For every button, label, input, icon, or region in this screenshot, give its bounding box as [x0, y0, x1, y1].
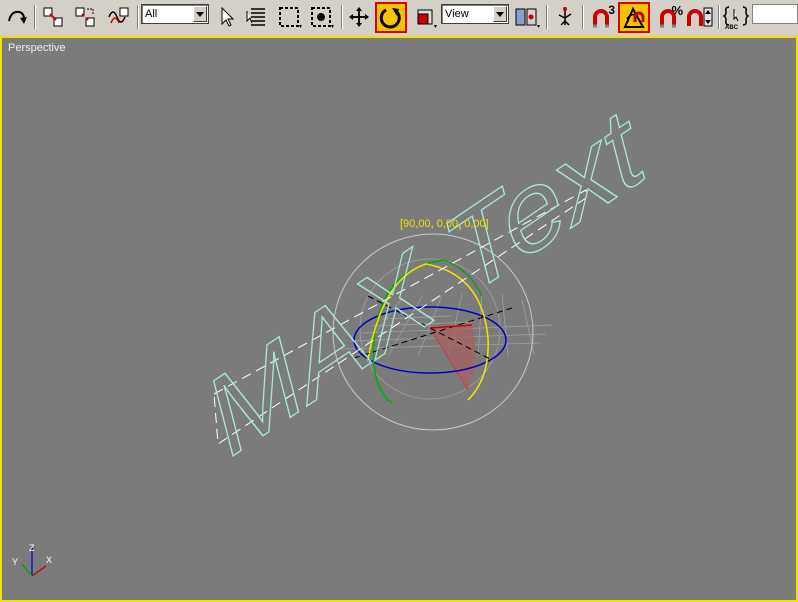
selection-filter-value: All: [145, 8, 158, 20]
select-and-rotate-button[interactable]: [375, 2, 407, 33]
window-crossing-icon: [311, 7, 334, 28]
scene-canvas[interactable]: MAX Text: [2, 38, 796, 600]
named-selection-set-input[interactable]: [752, 4, 798, 24]
manipulate-icon: [558, 7, 572, 26]
selection-filter-dropdown[interactable]: All: [141, 4, 209, 24]
select-object-button[interactable]: [216, 3, 238, 31]
rectangular-selection-button[interactable]: [276, 3, 304, 31]
curved-arrow-icon: [8, 10, 27, 24]
toolbar-separator: [137, 5, 139, 29]
pivot-icon: [515, 8, 540, 28]
dashed-rect-icon: [279, 7, 302, 28]
use-pivot-point-center-button[interactable]: [512, 3, 542, 31]
select-and-scale-button[interactable]: [411, 3, 441, 31]
reference-coordinate-value: View: [445, 8, 469, 20]
spline-text-shape: MAX Text: [187, 84, 664, 478]
angle-snap-icon: [623, 6, 645, 28]
bind-to-space-warp-button[interactable]: [104, 3, 132, 31]
link-icon: [43, 7, 63, 27]
scale-icon: [417, 9, 437, 28]
move-icon: [349, 7, 369, 27]
select-and-move-button[interactable]: [346, 3, 372, 31]
snaps-toggle-button[interactable]: 3: [586, 3, 616, 31]
angle-snap-toggle-button[interactable]: [618, 2, 650, 33]
chevron-down-icon[interactable]: [493, 6, 507, 22]
magnet-3-icon: [593, 9, 609, 28]
undo-button[interactable]: [4, 3, 30, 31]
toolbar-separator: [582, 5, 584, 29]
rotate-icon: [379, 7, 401, 28]
magnet-spinner-icon: [687, 7, 713, 27]
main-toolbar: All View 3 % ABC: [0, 0, 798, 34]
reference-coordinate-dropdown[interactable]: View: [441, 4, 509, 24]
select-by-name-button[interactable]: [244, 3, 270, 31]
perspective-viewport[interactable]: Perspective MAX Text [90,00, 0,00, 0,00]…: [0, 36, 798, 602]
axis-label-y: Y: [12, 557, 19, 567]
axis-label-x: X: [46, 555, 53, 565]
rotation-readout: [90,00, 0,00, 0,00]: [400, 218, 489, 230]
select-and-manipulate-button[interactable]: [552, 3, 578, 31]
toolbar-separator: [546, 5, 548, 29]
percent-snap-button[interactable]: %: [653, 3, 683, 31]
space-warp-icon: [108, 7, 129, 24]
unlink-icon: [75, 7, 95, 27]
spinner-snap-button[interactable]: [685, 3, 715, 31]
spline-text-object[interactable]: MAX Text: [187, 84, 665, 479]
unlink-selection-button[interactable]: [72, 3, 98, 31]
percent-snap-label: %: [671, 3, 683, 18]
window-crossing-button[interactable]: [308, 3, 336, 31]
toolbar-separator: [34, 5, 36, 29]
snaps-mode-label: 3: [608, 3, 615, 17]
edit-named-selection-button[interactable]: ABC: [722, 3, 750, 31]
list-icon: [246, 8, 265, 26]
toolbar-separator: [718, 5, 720, 29]
select-and-link-button[interactable]: [40, 3, 66, 31]
axis-label-z: Z: [29, 543, 35, 553]
arrow-cursor-icon: [221, 6, 235, 27]
abc-label: ABC: [725, 25, 738, 31]
chevron-down-icon[interactable]: [193, 6, 207, 22]
toolbar-separator: [341, 5, 343, 29]
